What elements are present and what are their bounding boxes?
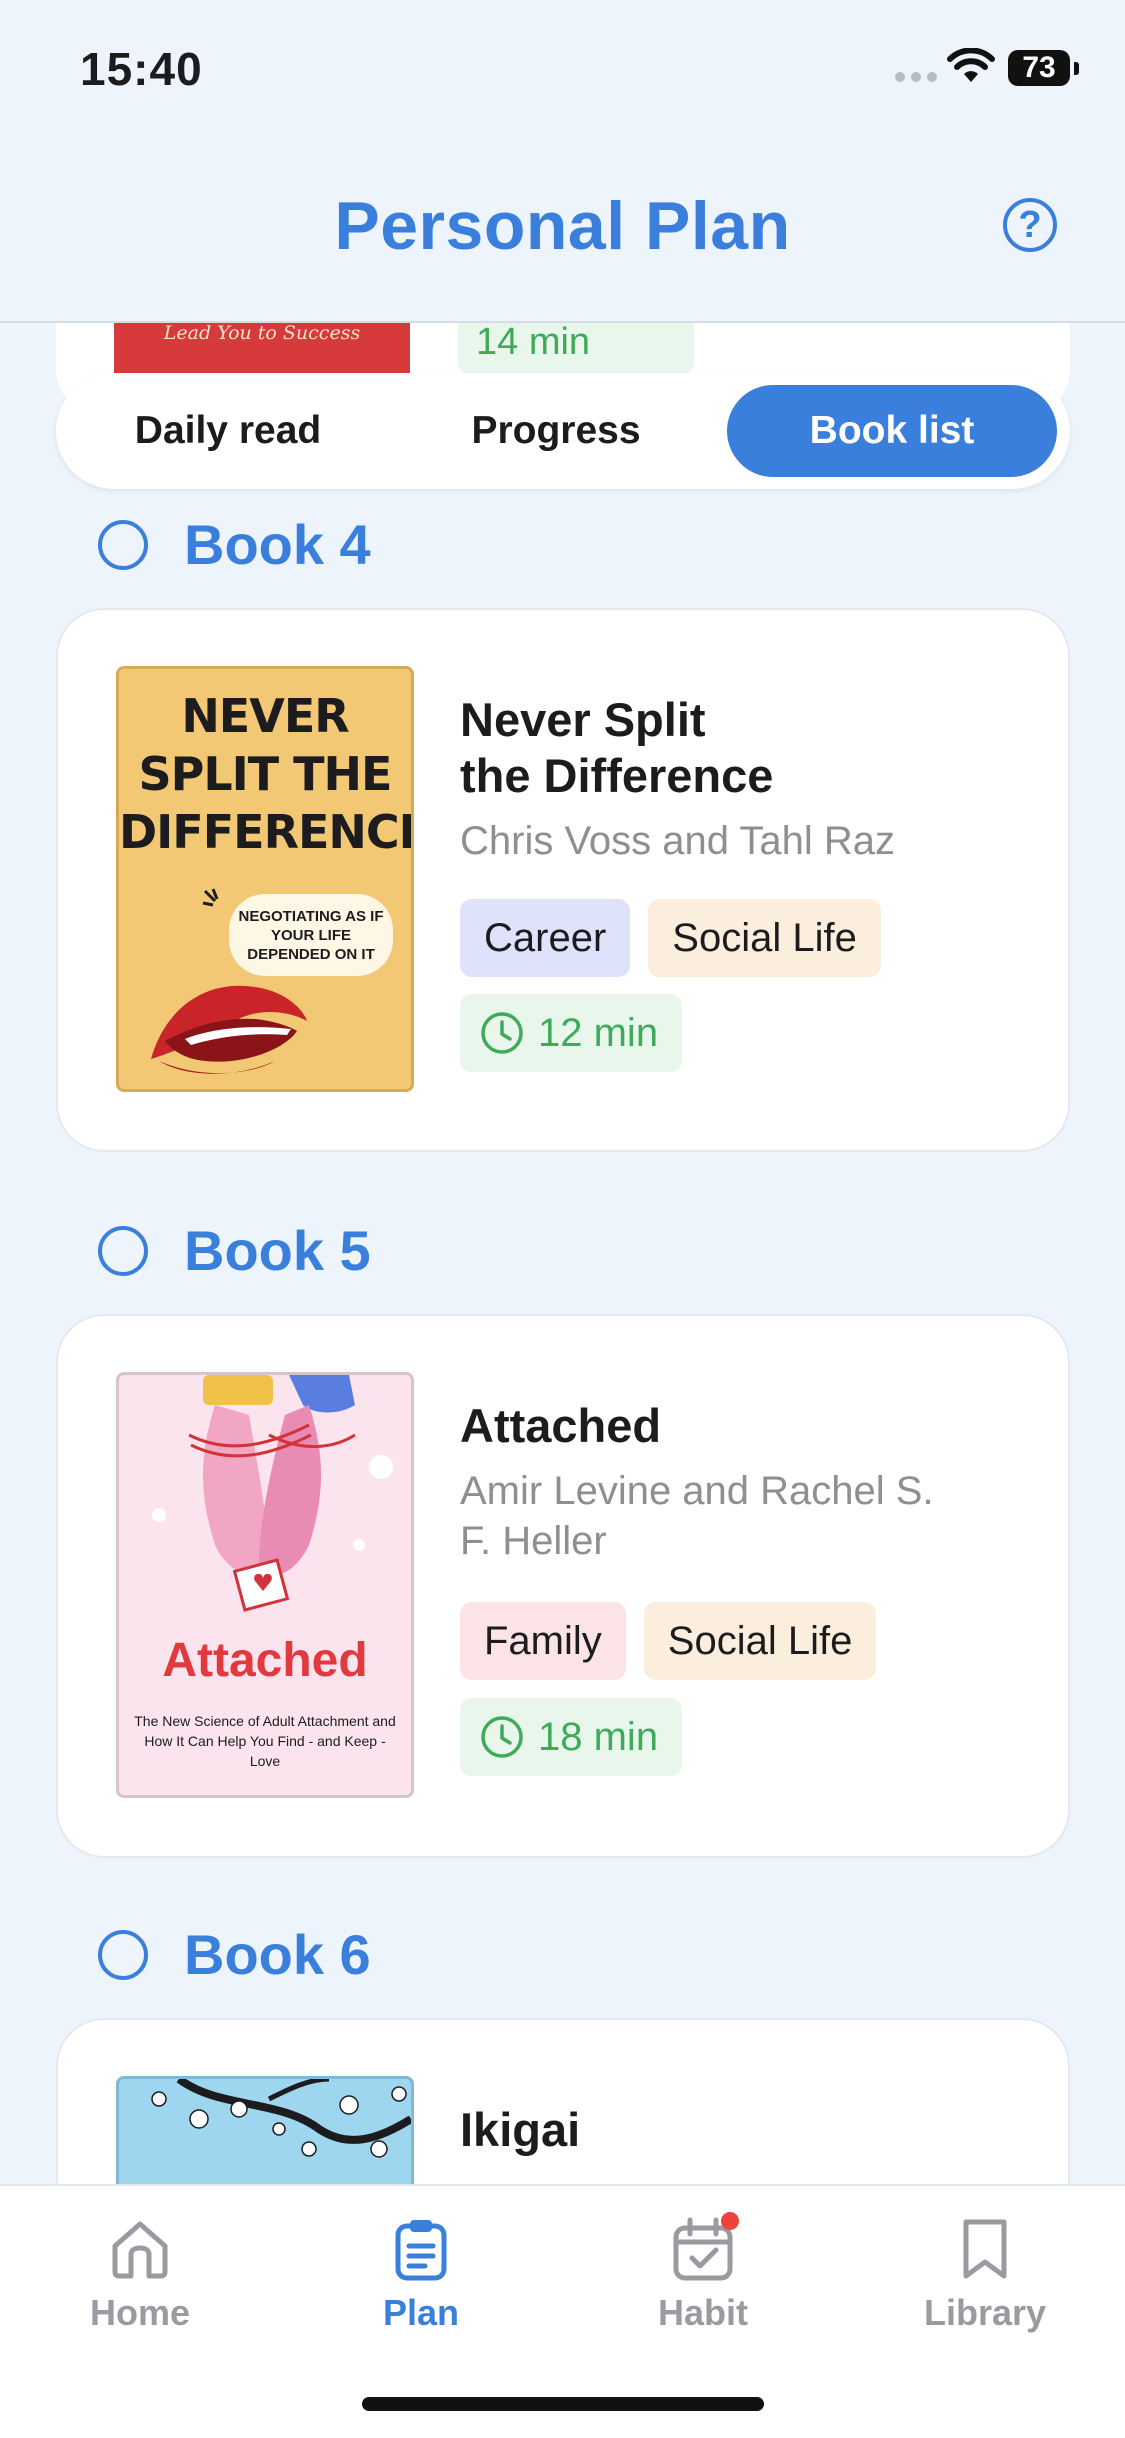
tab-daily-read[interactable]: Daily read (68, 385, 388, 477)
lips-illustration (151, 985, 307, 1074)
clock-icon (481, 1012, 523, 1054)
tabbar-item-habit[interactable]: Habit (603, 2212, 803, 2334)
tabbar-item-home[interactable]: Home (40, 2216, 240, 2334)
clipboard-icon (395, 2220, 447, 2281)
cover-title: Attached (162, 1634, 368, 1687)
book-cover-ikigai (116, 2076, 414, 2185)
cover-speech-bubble: NEGOTIATING AS IF YOUR LIFE DEPENDED ON … (229, 894, 393, 976)
duration-badge: 18 min (460, 1698, 683, 1776)
book-number-label: Book 4 (184, 513, 371, 576)
home-indicator (362, 2397, 764, 2411)
help-button[interactable]: ? (1003, 198, 1057, 252)
blossom-branch-illustration (151, 2079, 411, 2158)
bookmark-icon (963, 2219, 1007, 2279)
clock-icon (481, 1716, 523, 1758)
tabbar-item-plan[interactable]: Plan (321, 2216, 521, 2334)
book-section-header: Book 4 (98, 512, 371, 577)
page-title: Personal Plan (334, 188, 791, 264)
book-card-attached[interactable]: Attached The New Science of Adult Attach… (56, 1314, 1070, 1858)
book-section-header: Book 6 (98, 1922, 371, 1987)
book-cover-never-split: NEVER SPLIT THE DIFFERENCE NEGOTIATING A… (116, 666, 414, 1092)
book-author: Amir Levine and Rachel S. F. Heller (460, 1469, 934, 1563)
tabbar-item-library[interactable]: Library (885, 2216, 1085, 2334)
book-number-label: Book 5 (184, 1219, 371, 1282)
completion-checkbox[interactable] (98, 1225, 148, 1276)
completion-checkbox[interactable] (98, 1929, 148, 1980)
burst-icon (202, 888, 219, 907)
book-title: Never Split the Difference (460, 693, 774, 802)
notification-dot (721, 2212, 739, 2230)
book-card-ikigai[interactable]: Ikigai (56, 2018, 1070, 2185)
book-author: Chris Voss and Tahl Raz (460, 819, 896, 863)
home-icon (112, 2221, 168, 2279)
completion-checkbox[interactable] (98, 519, 148, 570)
tab-book-list[interactable]: Book list (727, 385, 1057, 477)
tab-progress[interactable]: Progress (396, 385, 716, 477)
duration-badge: 12 min (460, 994, 683, 1072)
page-header: Personal Plan ? (0, 135, 1125, 323)
hands-illustration (152, 1375, 393, 1612)
tag-career: Career (460, 899, 631, 977)
book-title: Attached (460, 1399, 662, 1452)
view-segmented-control: Daily read Progress Book list (56, 373, 1070, 489)
tag-list: Career Social Life (460, 899, 881, 977)
tag-social-life: Social Life (643, 1602, 877, 1680)
book-number-label: Book 6 (184, 1923, 371, 1986)
book-section-header: Book 5 (98, 1218, 371, 1283)
tag-list: Family Social Life (460, 1602, 877, 1680)
tag-family: Family (460, 1602, 626, 1680)
question-icon: ? (1018, 203, 1042, 246)
book-title: Ikigai (460, 2103, 581, 2156)
cover-subtitle: The New Science of Adult Attachment and … (134, 1713, 396, 1769)
cover-title: NEVER SPLIT THE DIFFERENCE (119, 689, 414, 859)
book-card-never-split[interactable]: NEVER SPLIT THE DIFFERENCE NEGOTIATING A… (56, 608, 1070, 1152)
book-list-scroll[interactable]: The Only Book You Need to Lead You to Su… (0, 0, 1125, 2185)
tag-social-life: Social Life (648, 899, 881, 977)
book-cover-attached: Attached The New Science of Adult Attach… (116, 1372, 414, 1798)
